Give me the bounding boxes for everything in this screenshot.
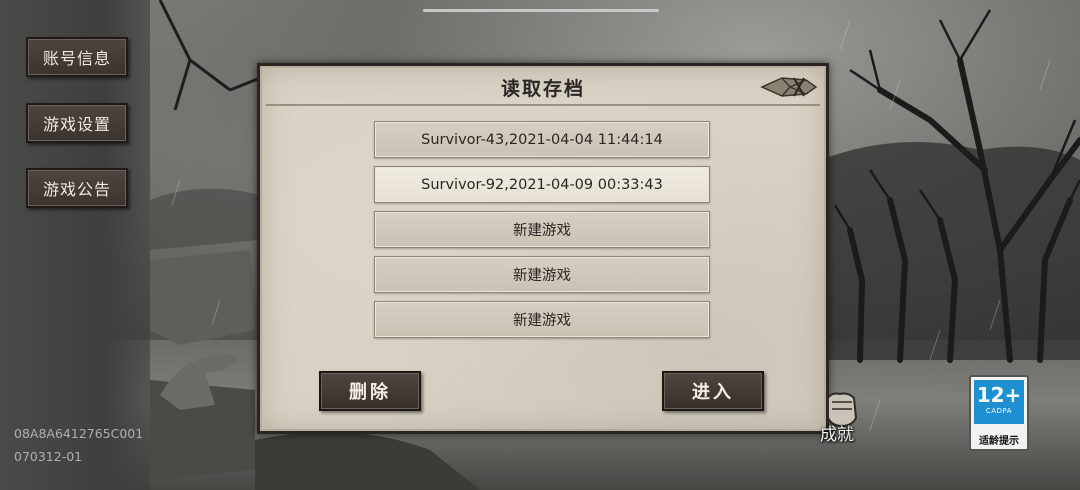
- account-info-button[interactable]: 账号信息: [26, 37, 128, 77]
- load-save-dialog: 读取存档 Survivor-43,2021-04-04 11:44:14 Sur…: [257, 63, 829, 434]
- close-icon[interactable]: [760, 74, 818, 100]
- save-slot-3[interactable]: 新建游戏: [374, 211, 710, 248]
- save-slot-5[interactable]: 新建游戏: [374, 301, 710, 338]
- save-slot-label: Survivor-92,2021-04-09 00:33:43: [421, 176, 663, 193]
- gesture-handle: [423, 9, 659, 12]
- game-notice-button[interactable]: 游戏公告: [26, 168, 128, 208]
- save-slot-label: 新建游戏: [513, 313, 571, 329]
- save-slot-label: 新建游戏: [513, 268, 571, 284]
- age-rating-tip: 适龄提示: [979, 436, 1019, 447]
- version-code: 070312-01: [14, 449, 83, 464]
- enter-button[interactable]: 进入: [662, 371, 764, 411]
- game-notice-label: 游戏公告: [42, 180, 111, 199]
- age-rating-number: 12+: [974, 380, 1024, 424]
- save-slot-label: Survivor-43,2021-04-04 11:44:14: [421, 131, 663, 148]
- title-divider: [266, 104, 820, 106]
- dialog-title: 读取存档: [500, 78, 585, 100]
- save-slot-1[interactable]: Survivor-43,2021-04-04 11:44:14: [374, 121, 710, 158]
- game-settings-button[interactable]: 游戏设置: [26, 103, 128, 143]
- achievement-label[interactable]: 成就: [820, 420, 854, 445]
- enter-label: 进入: [692, 382, 734, 403]
- save-slot-2[interactable]: Survivor-92,2021-04-09 00:33:43: [374, 166, 710, 203]
- delete-button[interactable]: 删除: [319, 371, 421, 411]
- save-slot-label: 新建游戏: [513, 223, 571, 239]
- game-settings-label: 游戏设置: [42, 115, 111, 134]
- age-rating-badge[interactable]: 12+ CADPA 适龄提示: [969, 375, 1029, 451]
- age-rating-org: CADPA: [985, 407, 1013, 415]
- delete-label: 删除: [349, 382, 391, 403]
- device-id: 08A8A6412765C001: [14, 426, 144, 441]
- save-slot-4[interactable]: 新建游戏: [374, 256, 710, 293]
- account-info-label: 账号信息: [42, 49, 111, 68]
